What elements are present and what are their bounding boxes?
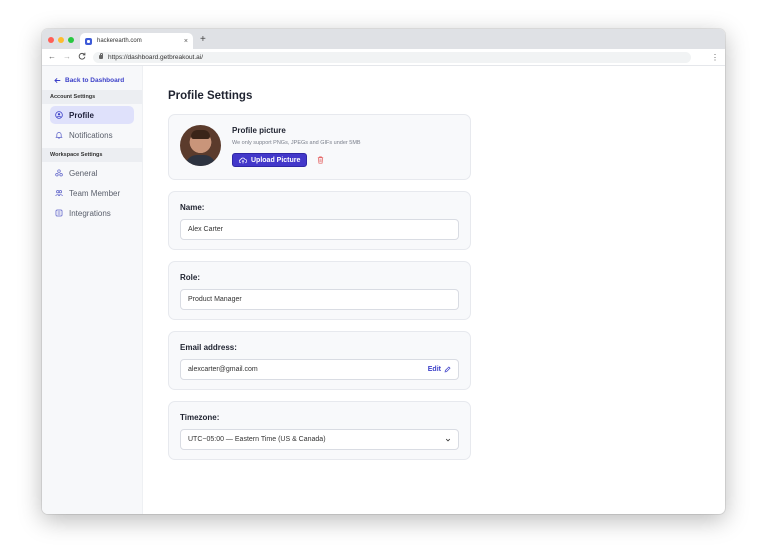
- lock-icon: [99, 52, 103, 59]
- sidebar-item-label: General: [69, 168, 98, 178]
- reload-icon[interactable]: [78, 52, 86, 62]
- profile-picture-card: Profile picture We only support PNGs, JP…: [168, 114, 471, 180]
- minimize-window-button[interactable]: [58, 37, 64, 43]
- timezone-card: Timezone: UTC−05:00 — Eastern Time (US &…: [168, 401, 471, 460]
- url-text: https://dashboard.getbreakout.ai/: [108, 53, 204, 61]
- settings-sidebar: Back to Dashboard Account Settings Profi…: [42, 66, 143, 514]
- edit-email-label: Edit: [427, 366, 441, 373]
- sidebar-item-notifications[interactable]: Notifications: [50, 126, 134, 144]
- profile-picture-hint: We only support PNGs, JPEGs and GIFs und…: [232, 140, 361, 146]
- forward-arrow-icon[interactable]: →: [63, 53, 71, 61]
- bell-icon: [55, 132, 63, 139]
- sidebar-item-profile[interactable]: Profile: [50, 106, 134, 124]
- name-value: Alex Carter: [188, 226, 224, 233]
- integrations-icon: [55, 209, 63, 217]
- name-card: Name: Alex Carter: [168, 191, 471, 250]
- sidebar-item-label: Team Member: [69, 188, 121, 198]
- back-to-dashboard-label: Back to Dashboard: [65, 76, 125, 84]
- app-content: Back to Dashboard Account Settings Profi…: [42, 66, 725, 514]
- workspace-settings-heading: Workspace Settings: [42, 148, 142, 162]
- back-to-dashboard-link[interactable]: Back to Dashboard: [42, 74, 142, 86]
- close-window-button[interactable]: [48, 37, 54, 43]
- profile-picture-actions: Upload Picture: [232, 153, 361, 167]
- address-bar[interactable]: https://dashboard.getbreakout.ai/: [93, 51, 691, 63]
- role-label: Role:: [180, 273, 200, 282]
- settings-main: Profile Settings Profile picture We only…: [143, 66, 725, 514]
- tab-strip: hackerearth.com × +: [42, 29, 725, 49]
- email-label: Email address:: [180, 343, 237, 352]
- name-label: Name:: [180, 203, 205, 212]
- browser-menu-icon[interactable]: ⋮: [711, 53, 719, 62]
- sidebar-item-label: Profile: [69, 110, 94, 120]
- user-circle-icon: [55, 111, 63, 119]
- maximize-window-button[interactable]: [68, 37, 74, 43]
- window-controls: [48, 37, 74, 43]
- sidebar-item-team-member[interactable]: Team Member: [50, 184, 134, 202]
- email-field: alexcarter@gmail.com Edit: [180, 359, 459, 380]
- trash-icon[interactable]: [317, 156, 324, 164]
- sidebar-item-label: Notifications: [69, 130, 113, 140]
- timezone-label: Timezone:: [180, 413, 220, 422]
- back-arrow-icon[interactable]: ←: [48, 53, 56, 61]
- sidebar-item-integrations[interactable]: Integrations: [50, 204, 134, 222]
- role-card: Role: Product Manager: [168, 261, 471, 320]
- profile-picture-title: Profile picture: [232, 126, 286, 135]
- timezone-select[interactable]: UTC−05:00 — Eastern Time (US & Canada): [180, 429, 459, 450]
- cluster-icon: [55, 169, 63, 177]
- browser-window: hackerearth.com × + ← → https://dashboar…: [42, 29, 725, 514]
- address-toolbar: ← → https://dashboard.getbreakout.ai/ ⋮: [42, 49, 725, 66]
- browser-tab[interactable]: hackerearth.com ×: [80, 33, 193, 49]
- role-field[interactable]: Product Manager: [180, 289, 459, 310]
- avatar: [180, 125, 221, 166]
- tab-close-button[interactable]: ×: [184, 38, 188, 45]
- upload-picture-label: Upload Picture: [251, 156, 301, 164]
- new-tab-button[interactable]: +: [200, 35, 206, 45]
- chevron-down-icon: [445, 438, 451, 441]
- arrow-left-icon: [54, 77, 61, 83]
- email-card: Email address: alexcarter@gmail.com Edit: [168, 331, 471, 390]
- sidebar-item-general[interactable]: General: [50, 164, 134, 182]
- tab-title: hackerearth.com: [97, 38, 142, 44]
- sidebar-item-label: Integrations: [69, 208, 111, 218]
- upload-picture-button[interactable]: Upload Picture: [232, 153, 308, 167]
- team-icon: [55, 190, 63, 197]
- name-field[interactable]: Alex Carter: [180, 219, 459, 240]
- account-settings-heading: Account Settings: [42, 90, 142, 104]
- page-title: Profile Settings: [168, 90, 253, 102]
- timezone-value: UTC−05:00 — Eastern Time (US & Canada): [188, 436, 326, 443]
- profile-picture-details: Profile picture We only support PNGs, JP…: [232, 125, 361, 169]
- edit-email-button[interactable]: Edit: [428, 366, 451, 373]
- role-value: Product Manager: [188, 296, 242, 303]
- email-value: alexcarter@gmail.com: [188, 366, 258, 373]
- cloud-upload-icon: [239, 157, 247, 163]
- favicon-icon: [85, 37, 92, 45]
- pencil-icon: [444, 366, 451, 373]
